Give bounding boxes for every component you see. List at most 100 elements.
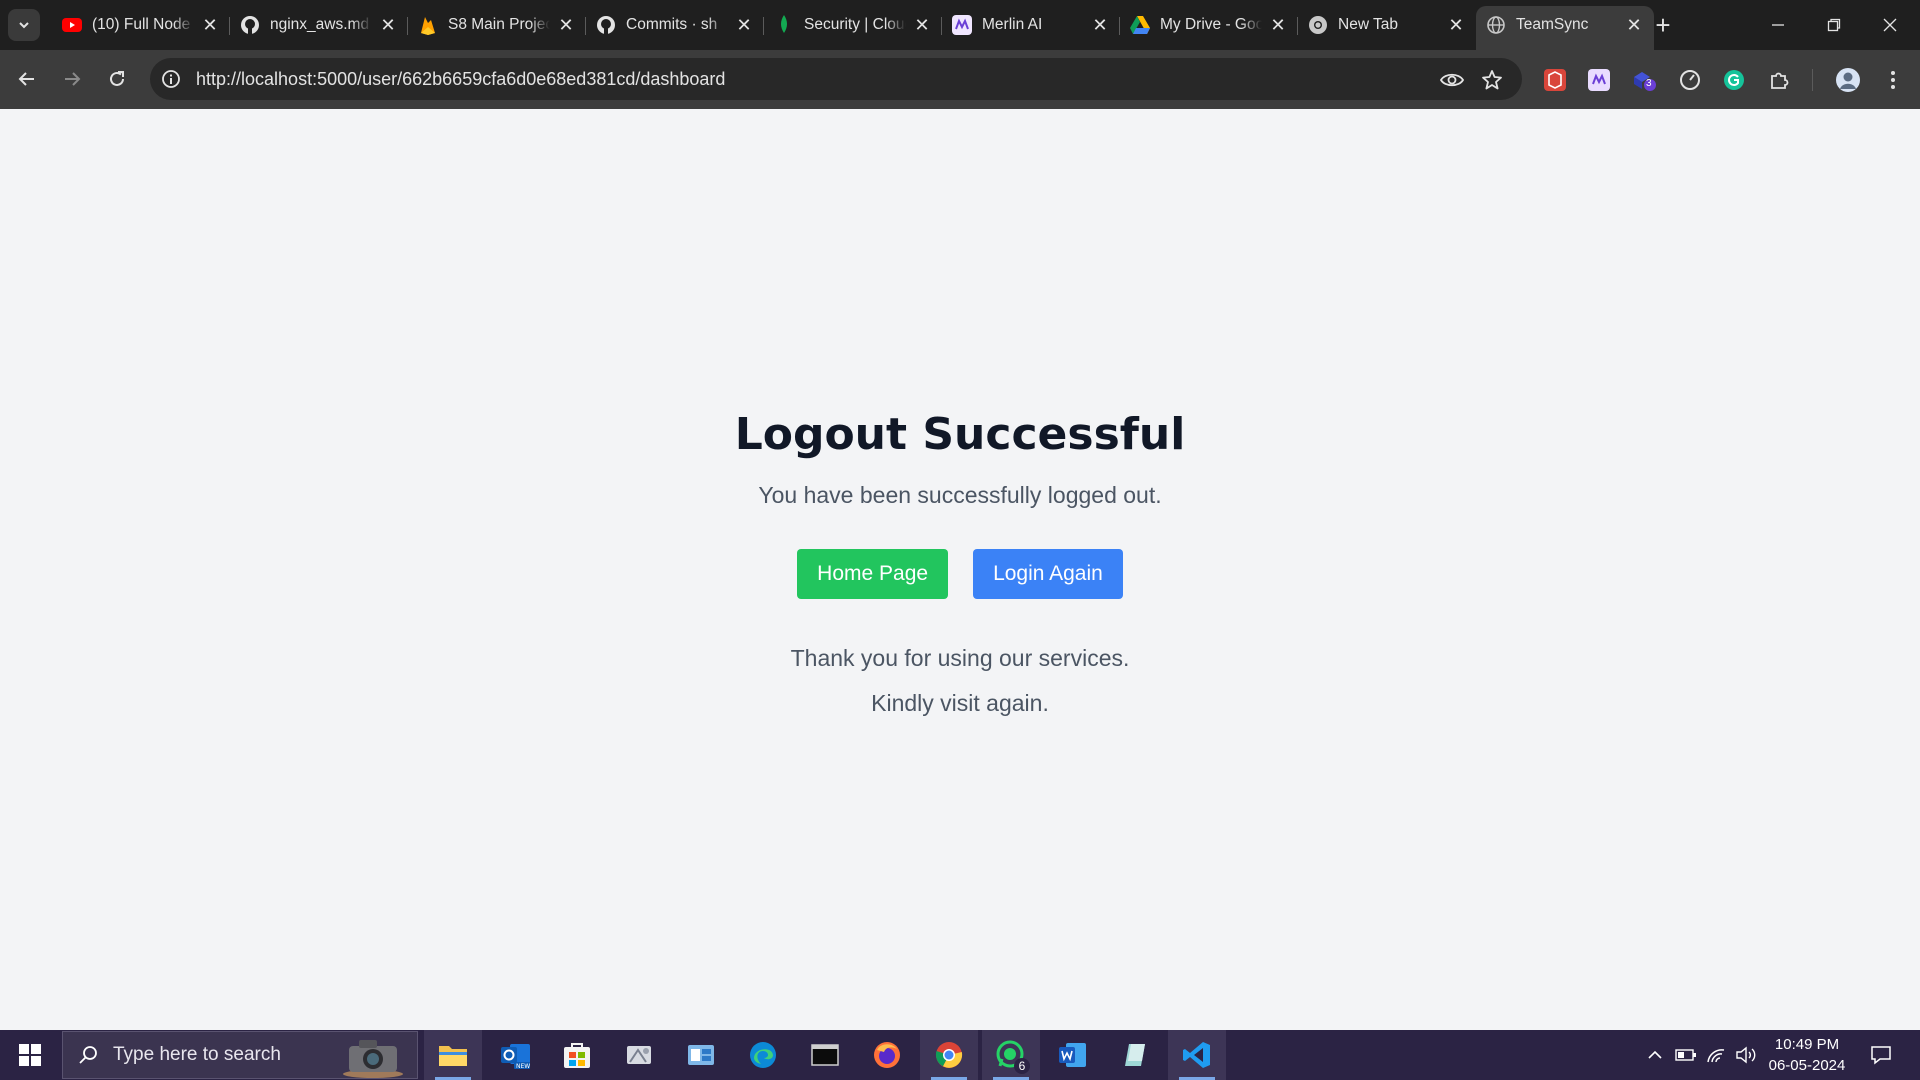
taskbar-search-box[interactable]: Type here to search xyxy=(62,1031,418,1079)
vscode-app[interactable] xyxy=(1168,1030,1226,1080)
windows-logo-icon xyxy=(19,1044,41,1066)
eye-icon[interactable] xyxy=(1440,68,1464,92)
extension-badge-icon[interactable]: 3 xyxy=(1631,67,1657,93)
start-button[interactable] xyxy=(0,1030,60,1080)
folder-icon xyxy=(439,1046,467,1066)
snipping-tool-icon xyxy=(627,1046,651,1064)
close-icon[interactable]: ✕ xyxy=(556,15,576,35)
close-icon[interactable]: ✕ xyxy=(912,15,932,35)
page-title: Logout Successful xyxy=(734,409,1186,460)
site-info-icon[interactable] xyxy=(160,68,182,90)
mongodb-icon xyxy=(774,15,794,35)
terminal-app[interactable] xyxy=(796,1030,854,1080)
store-icon xyxy=(564,1043,590,1068)
notes-icon xyxy=(1125,1044,1145,1066)
camera-illustration-icon xyxy=(343,1040,403,1078)
tab-title: Commits · sh xyxy=(626,16,718,33)
speaker-icon[interactable] xyxy=(1732,1030,1760,1080)
search-icon xyxy=(77,1044,99,1066)
taskbar-clock[interactable]: 10:49 PM 06-05-2024 xyxy=(1762,1034,1852,1076)
merlin-icon xyxy=(952,15,972,35)
notification-center-button[interactable] xyxy=(1864,1030,1898,1080)
restore-button[interactable] xyxy=(1806,0,1862,50)
tab-new-tab[interactable]: New Tab ✕ xyxy=(1298,6,1476,44)
google-drive-icon xyxy=(1130,15,1150,35)
edge-app[interactable] xyxy=(734,1030,792,1080)
notification-badge: 6 xyxy=(1014,1058,1030,1074)
forward-button[interactable] xyxy=(56,63,88,95)
control-panel-app[interactable] xyxy=(672,1030,730,1080)
tab-merlin[interactable]: Merlin AI ✕ xyxy=(942,6,1120,44)
tab-title: Merlin AI xyxy=(982,16,1043,33)
word-icon xyxy=(1059,1043,1086,1067)
outlook-app[interactable]: NEW xyxy=(487,1030,545,1080)
url-text[interactable]: http://localhost:5000/user/662b6659cfa6d… xyxy=(196,69,725,90)
github-icon xyxy=(240,15,260,35)
merlin-extension-icon[interactable] xyxy=(1586,67,1612,93)
tab-firebase[interactable]: S8 Main Project ✕ xyxy=(408,6,586,44)
globe-icon xyxy=(1486,15,1506,35)
wifi-icon[interactable] xyxy=(1702,1030,1730,1080)
close-icon[interactable]: ✕ xyxy=(1446,15,1466,35)
arrow-left-icon xyxy=(18,72,34,86)
tab-google-drive[interactable]: My Drive - Google ✕ xyxy=(1120,6,1298,44)
close-icon[interactable]: ✕ xyxy=(1090,15,1110,35)
firefox-app[interactable] xyxy=(858,1030,916,1080)
browser-toolbar: http://localhost:5000/user/662b6659cfa6d… xyxy=(0,50,1920,109)
tab-search-button[interactable] xyxy=(8,9,40,41)
tab-github-nginx[interactable]: nginx_aws.md ✕ xyxy=(230,6,408,44)
address-bar[interactable]: http://localhost:5000/user/662b6659cfa6d… xyxy=(150,58,1522,100)
snipping-app[interactable] xyxy=(610,1030,668,1080)
file-explorer-app[interactable] xyxy=(424,1030,482,1080)
kebab-menu-icon[interactable] xyxy=(1880,67,1906,93)
page-viewport: Logout Successful You have been successf… xyxy=(0,109,1920,1030)
new-tab-button[interactable]: + xyxy=(1648,10,1678,40)
profile-avatar-icon[interactable] xyxy=(1835,67,1861,93)
close-icon[interactable]: ✕ xyxy=(378,15,398,35)
grammarly-icon[interactable] xyxy=(1721,67,1747,93)
whatsapp-app[interactable]: 6 xyxy=(982,1030,1040,1080)
outlook-icon: NEW xyxy=(501,1044,530,1070)
firebase-icon xyxy=(418,15,438,35)
close-icon[interactable]: ✕ xyxy=(1624,15,1644,35)
back-button[interactable] xyxy=(11,63,43,95)
visit-again-text: Kindly visit again. xyxy=(871,690,1049,716)
login-again-button[interactable]: Login Again xyxy=(973,549,1123,599)
logout-card: Logout Successful You have been successf… xyxy=(0,409,1920,717)
speedometer-icon[interactable] xyxy=(1677,67,1703,93)
home-page-button[interactable]: Home Page xyxy=(797,549,949,599)
reload-button[interactable] xyxy=(101,63,133,95)
close-icon[interactable]: ✕ xyxy=(200,15,220,35)
notes-app[interactable] xyxy=(1106,1030,1164,1080)
tab-teamsync[interactable]: TeamSync ✕ xyxy=(1476,6,1654,50)
battery-icon[interactable] xyxy=(1672,1030,1700,1080)
microsoft-store-app[interactable] xyxy=(548,1030,606,1080)
close-icon[interactable]: ✕ xyxy=(734,15,754,35)
browser-tab-strip: (10) Full Node ✕ nginx_aws.md ✕ S8 Main … xyxy=(0,0,1920,50)
search-placeholder: Type here to search xyxy=(113,1044,281,1065)
puzzle-extensions-icon[interactable] xyxy=(1766,67,1792,93)
tab-youtube[interactable]: (10) Full Node ✕ xyxy=(52,6,230,44)
extension-red-icon[interactable] xyxy=(1542,67,1568,93)
clock-date: 06-05-2024 xyxy=(1768,1057,1846,1074)
minimize-button[interactable] xyxy=(1750,0,1806,50)
tab-github-commits[interactable]: Commits · sh ✕ xyxy=(586,6,764,44)
clock-time: 10:49 PM xyxy=(1774,1036,1840,1053)
close-window-button[interactable] xyxy=(1862,0,1918,50)
notification-icon xyxy=(1871,1046,1891,1065)
close-icon xyxy=(1883,18,1897,32)
logout-message: You have been successfully logged out. xyxy=(758,482,1162,508)
chrome-icon xyxy=(935,1042,963,1068)
chrome-app[interactable] xyxy=(920,1030,978,1080)
word-app[interactable] xyxy=(1044,1030,1102,1080)
edge-icon xyxy=(750,1042,776,1068)
tab-title: Security | Cloud xyxy=(804,16,906,33)
control-panel-icon xyxy=(688,1045,714,1065)
bookmark-star-icon[interactable] xyxy=(1480,68,1504,92)
tab-list: (10) Full Node ✕ nginx_aws.md ✕ S8 Main … xyxy=(52,6,1654,50)
tab-mongodb-security[interactable]: Security | Cloud ✕ xyxy=(764,6,942,44)
close-icon[interactable]: ✕ xyxy=(1268,15,1288,35)
youtube-icon xyxy=(62,15,82,35)
tab-title: S8 Main Project xyxy=(448,16,550,33)
show-hidden-icons[interactable] xyxy=(1640,1030,1670,1080)
